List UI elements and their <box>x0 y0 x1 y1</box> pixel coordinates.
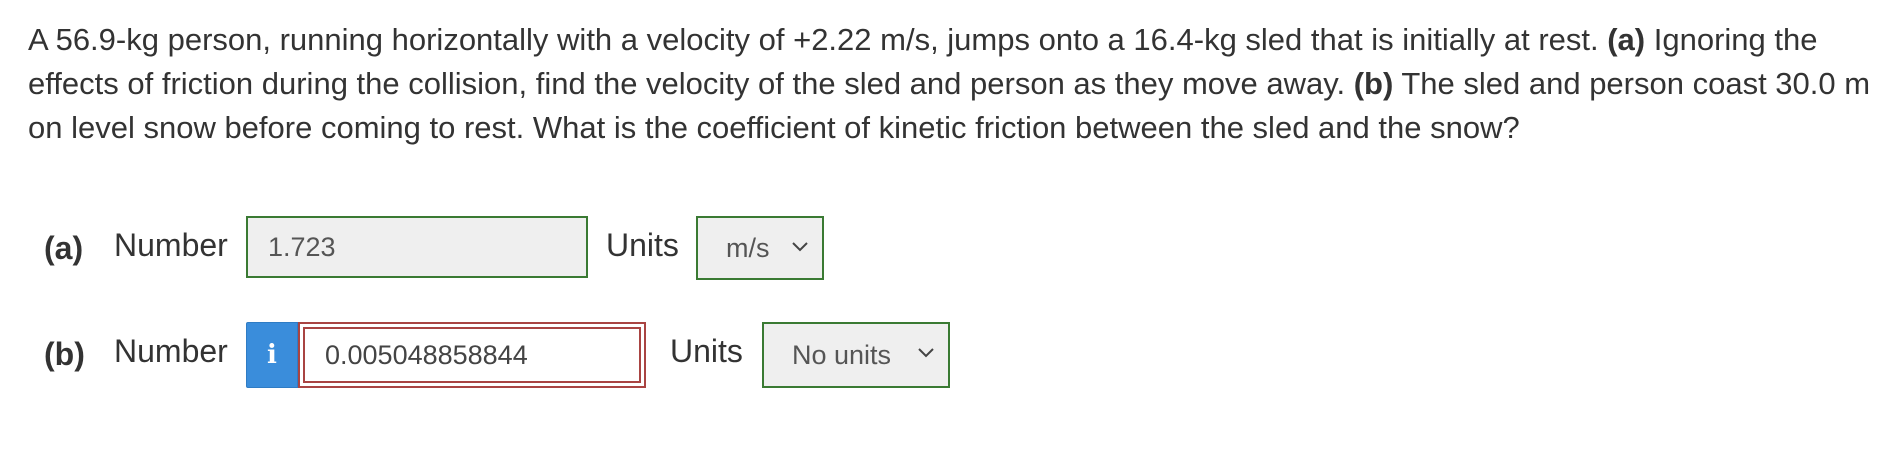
question-text: A 56.9-kg person, running horizontally w… <box>28 18 1878 150</box>
part-a-units-select[interactable]: m/s <box>696 216 824 280</box>
part-a-marker: (a) <box>1607 22 1646 57</box>
part-a-label: (a) <box>44 230 84 266</box>
part-b-units-label: Units <box>670 333 743 369</box>
part-a-units-label: Units <box>606 227 679 263</box>
part-b-units-select[interactable]: No units <box>762 322 950 388</box>
info-icon[interactable]: i <box>246 322 298 388</box>
part-b-number-label: Number <box>114 333 228 369</box>
part-b-marker: (b) <box>1353 66 1394 101</box>
part-a-units-value: m/s <box>726 233 770 263</box>
part-b-answer-value: 0.005048858844 <box>303 327 641 383</box>
question-text-part-1: A 56.9-kg person, running horizontally w… <box>28 22 1608 57</box>
chevron-down-icon <box>792 218 808 252</box>
part-a-number-label: Number <box>114 227 228 263</box>
part-b-answer-input[interactable]: 0.005048858844 <box>298 322 646 388</box>
part-b-units-value: No units <box>792 340 892 370</box>
part-b-label: (b) <box>44 336 85 372</box>
part-a-answer-input[interactable]: 1.723 <box>246 216 588 278</box>
chevron-down-icon <box>918 324 934 358</box>
